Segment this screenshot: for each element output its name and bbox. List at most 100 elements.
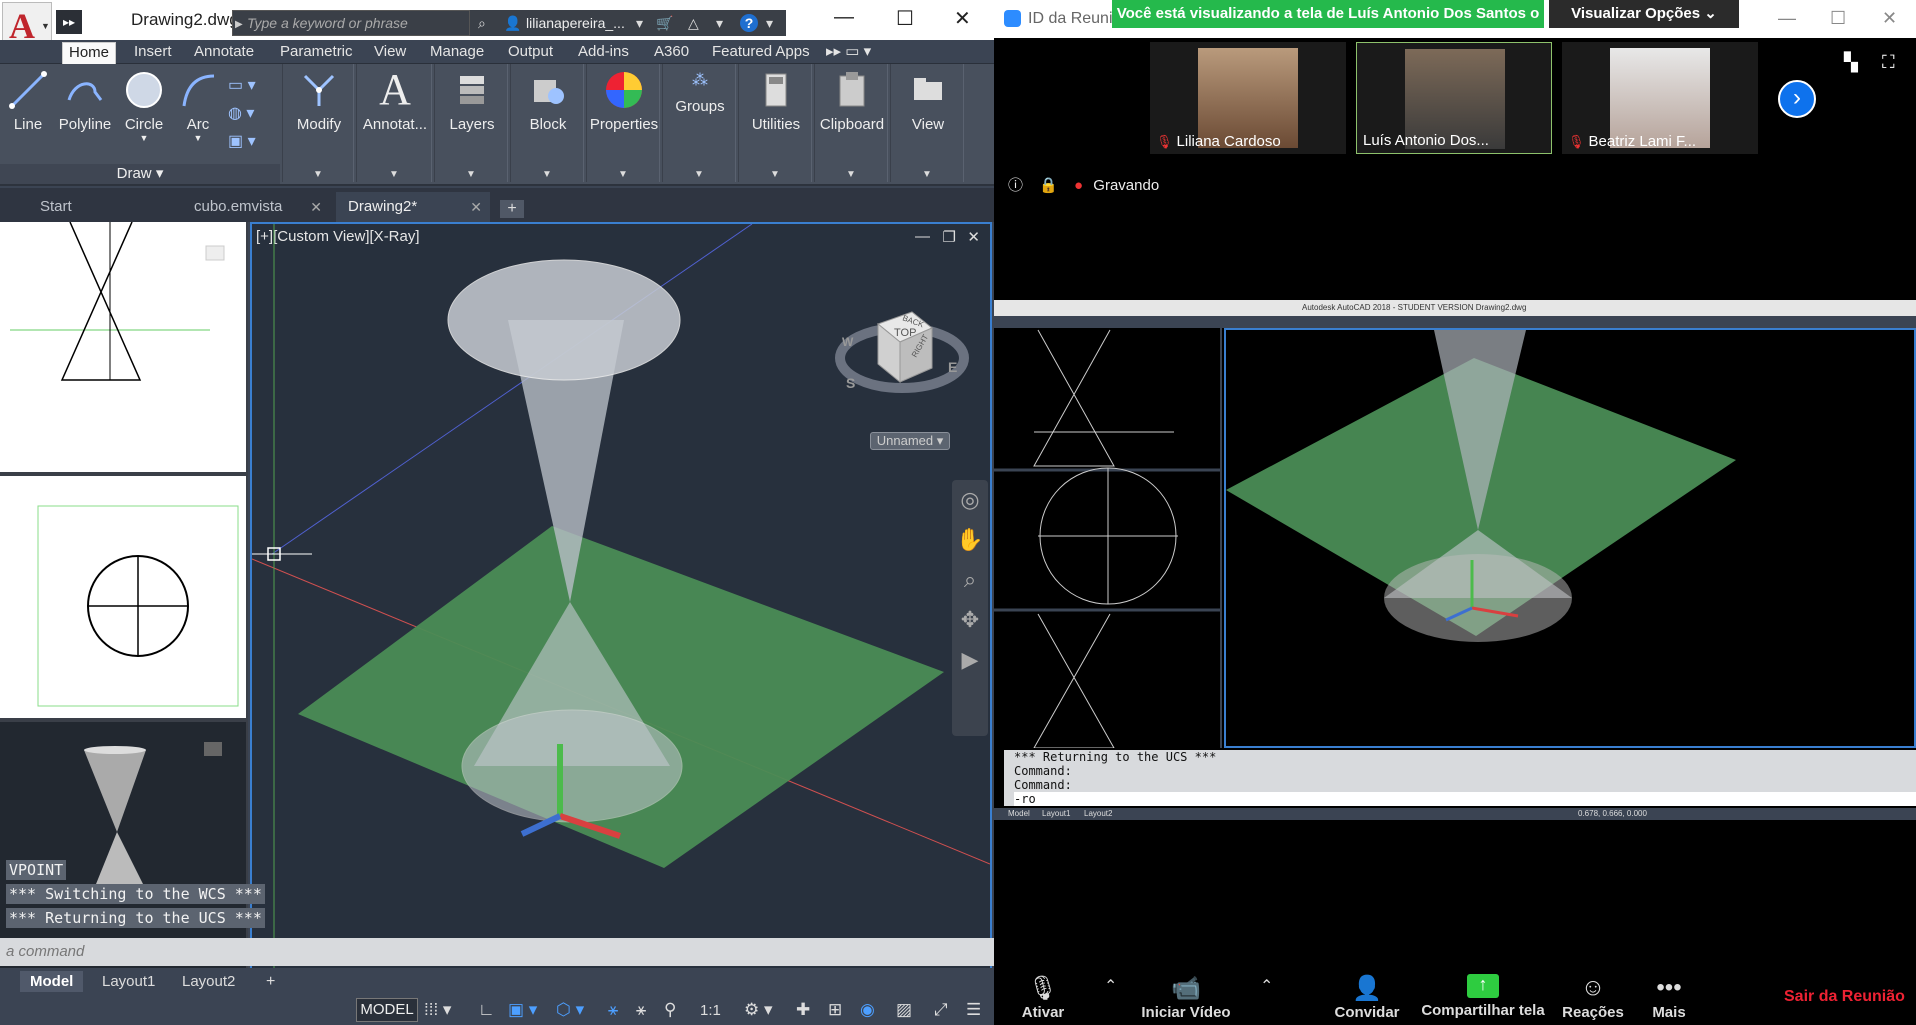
next-participants-button[interactable]: › (1778, 80, 1816, 118)
minimize-icon[interactable]: — (1778, 8, 1796, 29)
new-tab-button[interactable]: + (500, 200, 524, 218)
tab-output[interactable]: Output (502, 42, 559, 64)
maximize-icon[interactable]: ☐ (1830, 8, 1846, 29)
annotation-scale-value[interactable]: 1:1 (700, 1002, 721, 1019)
close-icon[interactable]: ✕ (470, 192, 482, 222)
chevron-down-icon[interactable]: ▾ (636, 10, 643, 36)
user-name[interactable]: lilianapereira_... (526, 10, 625, 36)
circle-tool-button[interactable]: Circle ▼ (120, 70, 168, 143)
ortho-icon[interactable]: ∟ (478, 1000, 495, 1020)
compass-south-label[interactable]: S (846, 375, 855, 391)
annotation-panel[interactable]: A Annotat... ▼ (356, 64, 432, 182)
snap-icon[interactable]: ▣ ▾ (508, 1000, 537, 1020)
modify-panel[interactable]: Modify ▼ (282, 64, 354, 182)
doc-tab-drawing2[interactable]: Drawing2* ✕ (336, 192, 490, 222)
annotation-visibility-icon[interactable]: ⚹ (608, 1000, 618, 1020)
tab-add-ins[interactable]: Add-ins (572, 42, 635, 64)
tab-parametric[interactable]: Parametric (274, 42, 359, 64)
invite-button[interactable]: 👤 Convidar (1332, 974, 1402, 1021)
user-icon[interactable]: 👤 (504, 10, 521, 36)
draw-panel-label[interactable]: Draw ▾ (0, 164, 280, 184)
model-space-button[interactable]: MODEL (356, 998, 418, 1022)
participant-tile-active[interactable]: Luís Antonio Dos... (1356, 42, 1552, 154)
clipboard-panel[interactable]: Clipboard ▼ (814, 64, 888, 182)
fullscreen-icon[interactable]: ⛶ (1882, 52, 1895, 73)
reactions-button[interactable]: ☺ Reações (1560, 974, 1626, 1021)
orbit-icon[interactable]: ✥ (952, 600, 988, 640)
info-icon[interactable]: ⓘ (1008, 177, 1023, 194)
close-icon[interactable]: ✕ (310, 192, 322, 222)
tab-overflow-icon[interactable]: ▸▸ ▭ ▾ (820, 42, 877, 64)
cart-icon[interactable]: 🛒 (656, 10, 673, 36)
arc-tool-button[interactable]: Arc ▼ (176, 70, 220, 143)
viewcube[interactable]: TOP BACK RIGHT W S E (832, 294, 972, 404)
steering-wheel-icon[interactable]: ◎ (952, 480, 988, 520)
fullscreen-icon[interactable]: ⤢ (934, 1000, 948, 1020)
layout-tab-layout1[interactable]: Layout1 (92, 971, 165, 992)
help-search-input[interactable]: ▶ Type a keyword or phrase (232, 10, 470, 36)
autodesk-a360-icon[interactable]: △ (688, 10, 699, 36)
doc-tab-cubo[interactable]: cubo.emvista ✕ (182, 192, 330, 222)
quick-access-expand-button[interactable]: ▸▸ (56, 10, 82, 34)
isolate-icon[interactable]: ▨ (896, 1000, 912, 1020)
maximize-icon[interactable]: ☐ (896, 6, 914, 31)
tab-home[interactable]: Home (62, 42, 117, 64)
doc-tab-start[interactable]: Start (28, 192, 178, 222)
properties-panel[interactable]: Properties ▼ (586, 64, 660, 182)
showmotion-icon[interactable]: ▶ (952, 640, 988, 680)
utilities-panel[interactable]: Utilities ▼ (738, 64, 812, 182)
binoculars-icon[interactable]: ⌕ (478, 10, 486, 36)
tab-annotate[interactable]: Annotate (188, 42, 260, 64)
participant-tile[interactable]: 🎙 Liliana Cardoso (1150, 42, 1346, 154)
main-3d-viewport[interactable]: [+][Custom View][X-Ray] — ❐ ✕ TOP BACK R… (250, 222, 992, 974)
view-panel[interactable]: View ▼ (890, 64, 964, 182)
layers-panel[interactable]: Layers ▼ (434, 64, 508, 182)
compass-west-label[interactable]: W (842, 335, 854, 349)
lock-icon[interactable]: 🔒 (1039, 177, 1058, 194)
hamburger-icon[interactable]: ☰ (966, 1000, 981, 1020)
command-input[interactable]: a command ▲ (0, 938, 1146, 966)
participant-tile[interactable]: 🎙 Beatriz Lami F... (1562, 42, 1758, 154)
close-icon[interactable]: ✕ (1882, 8, 1897, 29)
viewcube-mini-icon[interactable] (205, 245, 225, 261)
named-view-dropdown[interactable]: Unnamed ▾ (870, 432, 950, 450)
layout-icon[interactable]: ▚ (1844, 52, 1858, 73)
performance-icon[interactable]: ◉ (860, 1000, 875, 1020)
chevron-up-icon[interactable]: ⌃ (1260, 976, 1273, 996)
mute-button[interactable]: 🎙 Ativar (1014, 974, 1072, 1021)
help-icon[interactable]: ? (740, 14, 758, 32)
tab-manage[interactable]: Manage (424, 42, 490, 64)
gear-icon[interactable]: ⚙ ▾ (744, 1000, 773, 1020)
zoom-icon[interactable]: ⌕ (952, 560, 988, 600)
grid-icon[interactable]: ⁞⁞⁞ ▾ (424, 1000, 451, 1020)
auto-scale-icon[interactable]: ⚹ (636, 1000, 646, 1020)
isodraft-icon[interactable]: ⬡ ▾ (556, 1000, 584, 1020)
top-view-viewport[interactable] (0, 476, 246, 718)
tab-insert[interactable]: Insert (128, 42, 178, 64)
viewcube-top-label[interactable]: TOP (894, 327, 916, 339)
add-layout-button[interactable]: + (256, 971, 285, 993)
view-options-dropdown[interactable]: Visualizar Opções ⌄ (1549, 0, 1739, 28)
front-view-viewport[interactable] (0, 222, 246, 472)
block-panel[interactable]: Block ▼ (510, 64, 584, 182)
hatch-icon[interactable]: ◍ ▾ (228, 100, 256, 128)
chevron-up-icon[interactable]: ⌃ (1104, 976, 1117, 996)
leave-meeting-button[interactable]: Sair da Reunião (1784, 988, 1905, 1006)
pan-hand-icon[interactable]: ✋ (952, 520, 988, 560)
layout-tab-model[interactable]: Model (20, 971, 84, 992)
groups-panel[interactable]: ⁂ Groups ▼ (662, 64, 736, 182)
tab-a360[interactable]: A360 (648, 42, 695, 64)
tab-featured-apps[interactable]: Featured Apps (706, 42, 816, 64)
annotation-scale-icon[interactable]: ⚲ (664, 1000, 676, 1020)
polyline-tool-button[interactable]: Polyline (54, 70, 116, 133)
tab-view[interactable]: View (368, 42, 412, 64)
compass-east-label[interactable]: E (948, 359, 957, 375)
minimize-icon[interactable]: — (834, 6, 854, 29)
shared-screen-view[interactable]: Autodesk AutoCAD 2018 - STUDENT VERSION … (994, 300, 1916, 820)
share-screen-button[interactable]: ↑ Compartilhar tela (1418, 974, 1548, 1019)
plus-icon[interactable]: ✚ (796, 1000, 810, 1020)
more-button[interactable]: ••• Mais (1642, 974, 1696, 1021)
rectangle-icon[interactable]: ▭ ▾ (228, 72, 256, 100)
region-icon[interactable]: ▣ ▾ (228, 128, 256, 156)
line-tool-button[interactable]: Line (6, 70, 50, 133)
